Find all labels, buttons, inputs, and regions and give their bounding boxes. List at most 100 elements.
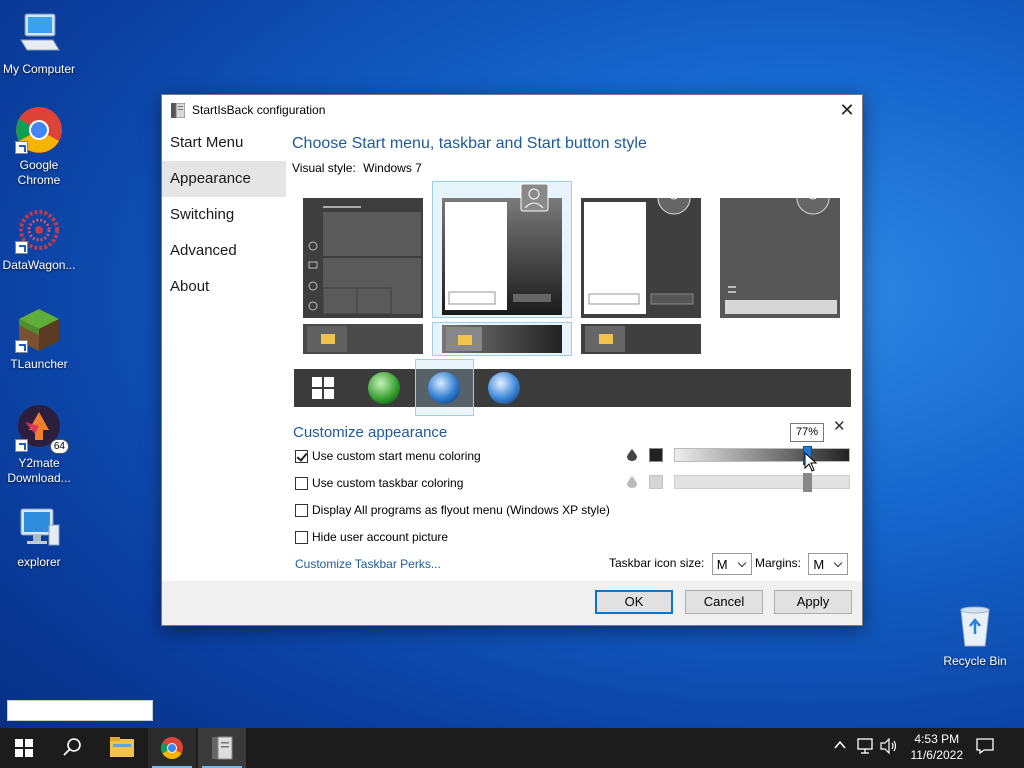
- icon-size-label: Taskbar icon size:: [609, 556, 705, 571]
- startisback-config-dialog: StartIsBack configuration ✕ Start Menu A…: [161, 94, 863, 626]
- taskbar-style-option-2[interactable]: [432, 322, 572, 356]
- desktop-icon-y2mate[interactable]: 64 Y2mate Download...: [0, 404, 78, 486]
- margins-label: Margins:: [755, 556, 802, 571]
- checkbox-box[interactable]: [295, 530, 308, 544]
- margins-row: Margins: M: [755, 553, 849, 575]
- taskbar: 4:53 PM 11/6/2022: [0, 728, 1024, 768]
- style-option-windows-7[interactable]: [432, 181, 572, 318]
- clock-date: 11/6/2022: [910, 748, 964, 762]
- taskbar-style-option-3[interactable]: [581, 324, 701, 354]
- desktop-icon-label: DataWagon...: [2, 258, 76, 272]
- desktop-icon-label: Google Chrome: [17, 158, 61, 187]
- chevron-up-icon[interactable]: [833, 738, 847, 755]
- checkbox-label: Use custom taskbar coloring: [312, 476, 464, 490]
- shortcut-arrow-icon: [15, 241, 28, 254]
- style-option-windows-8[interactable]: [720, 181, 840, 318]
- desktop-icon-label: Recycle Bin: [943, 654, 1007, 668]
- icon-size-select[interactable]: M: [711, 553, 752, 575]
- margins-select[interactable]: M: [808, 553, 849, 575]
- desktop-icon-google-chrome[interactable]: Google Chrome: [0, 106, 78, 188]
- customize-heading: Customize appearance: [293, 424, 448, 441]
- chrome-taskbar-icon[interactable]: [148, 728, 196, 768]
- visual-style-value: Windows 7: [363, 161, 422, 175]
- close-icon[interactable]: ✕: [833, 417, 846, 435]
- nav-item-switching[interactable]: Switching: [162, 197, 286, 233]
- bitness-badge: 64: [49, 439, 69, 454]
- taskbar-color-swatch[interactable]: [649, 475, 663, 489]
- windows7-orb-icon[interactable]: [428, 372, 460, 404]
- hide-user-picture-checkbox[interactable]: Hide user account picture: [295, 529, 448, 545]
- volume-icon[interactable]: [880, 737, 898, 757]
- search-icon[interactable]: [48, 728, 96, 768]
- network-icon[interactable]: [856, 738, 874, 757]
- datawagon-icon: [15, 206, 63, 254]
- startisback-taskbar-icon[interactable]: [198, 728, 246, 768]
- desktop-icon-label: My Computer: [2, 62, 76, 76]
- checkbox-label: Display All programs as flyout menu (Win…: [312, 503, 610, 517]
- style-heading: Choose Start menu, taskbar and Start but…: [292, 135, 647, 152]
- checkbox-box[interactable]: [295, 449, 308, 463]
- visual-style-row: Visual style: Windows 7: [292, 161, 850, 175]
- settings-nav: Start Menu Appearance Switching Advanced…: [162, 125, 286, 305]
- slider-value-text: 77%: [795, 426, 819, 438]
- flyout-menu-checkbox[interactable]: Display All programs as flyout menu (Win…: [295, 502, 610, 518]
- shortcut-arrow-icon: [15, 439, 28, 452]
- ok-button[interactable]: OK: [595, 590, 673, 614]
- clover-orb-icon[interactable]: [368, 372, 400, 404]
- custom-taskbar-coloring-checkbox[interactable]: Use custom taskbar coloring: [295, 475, 463, 491]
- desktop-icon-explorer[interactable]: explorer: [0, 503, 78, 570]
- computer-icon: [15, 10, 63, 58]
- dialog-titlebar[interactable]: StartIsBack configuration ✕: [162, 95, 862, 125]
- apply-button[interactable]: Apply: [774, 590, 852, 614]
- cancel-button[interactable]: Cancel: [685, 590, 763, 614]
- appearance-panel: Choose Start menu, taskbar and Start but…: [292, 125, 850, 175]
- style-option-windows-10[interactable]: [303, 198, 423, 318]
- windows-vista-orb-icon[interactable]: [488, 372, 520, 404]
- taskbar-opacity-slider[interactable]: [674, 473, 850, 492]
- desktop-icon-my-computer[interactable]: My Computer: [0, 10, 78, 77]
- start-menu-opacity-slider[interactable]: [674, 446, 850, 465]
- tlauncher-icon: [15, 305, 63, 353]
- nav-item-appearance[interactable]: Appearance: [162, 161, 286, 197]
- y2mate-icon: 64: [15, 404, 69, 454]
- checkbox-box[interactable]: [295, 503, 308, 517]
- shortcut-arrow-icon: [15, 141, 28, 154]
- nav-item-about[interactable]: About: [162, 269, 286, 305]
- computer-icon: [15, 503, 63, 551]
- custom-start-menu-coloring-checkbox[interactable]: Use custom start menu coloring: [295, 448, 481, 464]
- start-menu-color-swatch[interactable]: [649, 448, 663, 462]
- folder-icon: [307, 326, 347, 352]
- visual-style-label: Visual style:: [292, 161, 356, 175]
- taskbar-style-option-1[interactable]: [303, 324, 423, 354]
- shortcut-arrow-icon: [15, 340, 28, 353]
- notification-icon[interactable]: [976, 738, 994, 757]
- nav-item-advanced[interactable]: Advanced: [162, 233, 286, 269]
- desktop-icon-recycle-bin[interactable]: Recycle Bin: [936, 602, 1014, 669]
- recycle-bin-icon: [951, 602, 999, 650]
- close-icon[interactable]: ✕: [832, 95, 862, 125]
- nav-item-start-menu[interactable]: Start Menu: [162, 125, 286, 161]
- desktop-icon-label: Y2mate Download...: [7, 456, 71, 485]
- checkbox-box[interactable]: [295, 476, 308, 490]
- opacity-drop-icon: [627, 449, 637, 461]
- customize-taskbar-perks-link[interactable]: Customize Taskbar Perks...: [295, 557, 441, 571]
- windows-logo-icon[interactable]: [312, 377, 334, 402]
- system-clock[interactable]: 4:53 PM 11/6/2022: [911, 731, 964, 763]
- slider-thumb[interactable]: [803, 473, 812, 492]
- start-button[interactable]: [0, 728, 48, 768]
- desktop-icon-tlauncher[interactable]: TLauncher: [0, 305, 78, 372]
- file-explorer-icon[interactable]: [98, 728, 146, 768]
- desktop-search-box[interactable]: [7, 700, 153, 721]
- dialog-footer: OK Cancel Apply: [162, 581, 862, 625]
- desktop-icon-label: TLauncher: [10, 357, 68, 371]
- style-option-windows-7-dark[interactable]: [581, 181, 701, 318]
- taskbar-opacity-drop-icon: [627, 476, 637, 488]
- chrome-icon: [15, 106, 63, 154]
- folder-icon: [446, 327, 482, 351]
- desktop-icon-label: explorer: [17, 555, 61, 569]
- desktop-icon-datawagon[interactable]: DataWagon...: [0, 206, 78, 273]
- dialog-title: StartIsBack configuration: [192, 103, 326, 117]
- checkbox-label: Hide user account picture: [312, 530, 449, 544]
- clock-time: 4:53 PM: [914, 732, 960, 746]
- slider-value-tooltip: 77%: [790, 423, 824, 442]
